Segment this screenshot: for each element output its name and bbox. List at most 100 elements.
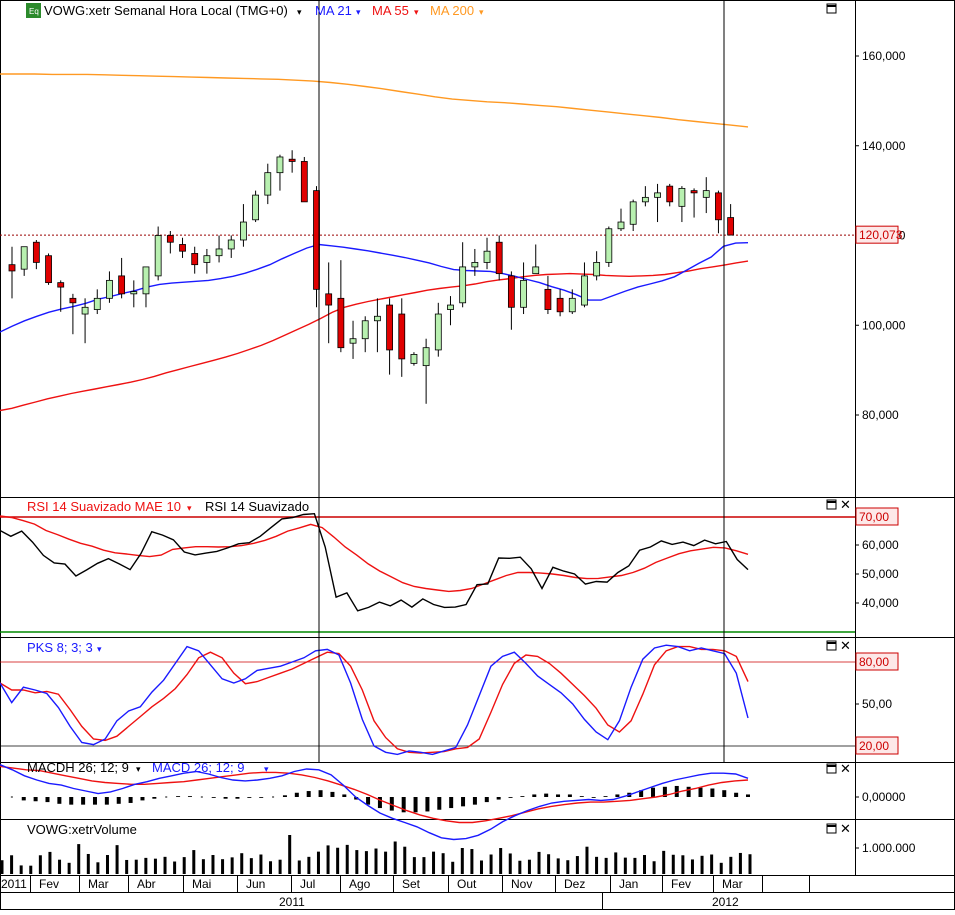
macdh-bar — [33, 797, 38, 802]
macd-panel-close-icon[interactable]: ✕ — [840, 761, 851, 776]
panel-controls: ✕ ✕ ✕ ✕ — [826, 3, 851, 836]
candle-body — [483, 250, 491, 263]
pks-dropdown-icon[interactable]: ▾ — [97, 644, 102, 654]
rsi-level-label: 70,00 — [859, 510, 889, 524]
volume-bar — [105, 855, 109, 874]
macdh-bar — [603, 796, 608, 797]
volume-bar — [748, 854, 752, 874]
macdh-bar — [496, 797, 501, 800]
month-label: Abr — [137, 877, 156, 891]
candle-body — [349, 338, 357, 344]
volume-bar — [566, 860, 570, 874]
volume-bar — [192, 850, 196, 874]
candle-body — [118, 275, 126, 295]
volume-tick-label: 1.000.000 — [862, 841, 916, 855]
macdh-bar — [211, 797, 216, 798]
volume-bar — [633, 857, 637, 874]
volume-bar — [729, 856, 733, 874]
volume-legend-label[interactable]: VOWG:xetrVolume — [27, 822, 137, 837]
macdh-bar — [57, 797, 62, 804]
month-label: Dez — [564, 877, 585, 891]
macdh-bar — [21, 797, 26, 801]
panel-frames — [0, 0, 955, 910]
candle-body — [20, 246, 28, 270]
volume-bar — [288, 835, 292, 874]
candle-body — [264, 172, 272, 196]
pks-panel-close-icon[interactable]: ✕ — [840, 638, 851, 653]
volume-bar — [547, 854, 551, 874]
macdh-dropdown-icon[interactable]: ▾ — [136, 764, 141, 774]
macd-legend[interactable]: MACD 26; 12; 9 — [152, 760, 245, 775]
candle-body — [654, 192, 661, 198]
candle-body — [702, 190, 710, 198]
volume-bar — [38, 855, 42, 874]
volume-bar — [643, 855, 647, 874]
macdh-bar — [377, 797, 382, 809]
chart-canvas: 160,000140,000120,000100,00080,000120,07… — [0, 0, 955, 910]
macdh-bar — [710, 788, 715, 797]
pks-legend-label[interactable]: PKS 8; 3; 3 — [27, 640, 93, 655]
month-label: Ago — [349, 877, 371, 891]
volume-bar — [575, 856, 579, 874]
month-label: Jun — [246, 877, 265, 891]
price-tick-label: 160,000 — [862, 49, 906, 63]
volume-bar — [269, 861, 273, 874]
rsi-mae-legend[interactable]: RSI 14 Suavizado MAE 10 — [27, 499, 181, 514]
volume-bar — [384, 851, 388, 874]
candle-body — [69, 297, 77, 304]
macdh-legend[interactable]: MACDH 26; 12; 9 — [27, 760, 129, 775]
volume-bar — [58, 859, 62, 874]
rsi-legend-label[interactable]: RSI 14 Suavizado — [205, 499, 309, 514]
volume-bar — [671, 854, 675, 874]
rsi-panel — [0, 512, 855, 633]
macdh-bar — [116, 797, 121, 804]
volume-bar — [556, 858, 560, 874]
macdh-bar — [104, 797, 109, 805]
macdh-bar — [746, 794, 750, 797]
volume-bar — [153, 858, 157, 874]
macdh-bar — [461, 797, 466, 807]
volume-bar — [738, 852, 742, 874]
volume-bar — [719, 862, 723, 874]
macdh-bar — [520, 796, 525, 797]
candle-body — [727, 217, 735, 236]
ma200-dropdown-icon[interactable]: ▾ — [479, 7, 484, 17]
month-label: Mar — [88, 877, 109, 891]
macd-dropdown-icon[interactable]: ▾ — [264, 764, 269, 774]
candle-body — [666, 185, 674, 203]
title-dropdown-icon[interactable]: ▾ — [297, 7, 302, 17]
volume-bar — [681, 855, 685, 874]
rsi-mae-dropdown-icon[interactable]: ▾ — [187, 503, 192, 513]
volume-bar — [77, 844, 81, 874]
candle-body — [300, 161, 308, 203]
candle-body — [568, 297, 576, 313]
ma21-legend[interactable]: MA 21 — [315, 3, 352, 18]
candle-body — [215, 248, 223, 257]
volume-bar — [527, 859, 531, 874]
volume-bar — [537, 851, 541, 874]
rsi-panel-close-icon[interactable]: ✕ — [840, 497, 851, 512]
ma21-dropdown-icon[interactable]: ▾ — [356, 7, 361, 17]
macdh-bar — [449, 797, 454, 809]
ma55-dropdown-icon[interactable]: ▾ — [414, 7, 419, 17]
macdh-bar — [0, 796, 1, 798]
candle-body — [154, 235, 162, 277]
ma55-legend[interactable]: MA 55 — [372, 3, 409, 18]
month-label: Jul — [300, 877, 315, 891]
volume-panel-close-icon[interactable]: ✕ — [840, 821, 851, 836]
month-label: 2011 — [1, 877, 27, 891]
candle-body — [32, 241, 40, 263]
year-label: 2012 — [712, 895, 739, 909]
volume-bar — [422, 857, 426, 874]
candle-body — [434, 313, 442, 351]
price-title[interactable]: VOWG:xetr Semanal Hora Local (TMG+0) — [44, 3, 288, 18]
volume-bar — [623, 857, 627, 874]
ma200-legend[interactable]: MA 200 — [430, 3, 474, 18]
macdh-bar — [425, 797, 430, 812]
candle-body — [532, 266, 540, 275]
volume-bar — [115, 845, 119, 874]
volume-bar — [307, 856, 311, 874]
macd-tick-label: 0,00000 — [862, 790, 906, 804]
macdh-bar — [200, 796, 203, 798]
candle-body — [520, 279, 527, 308]
